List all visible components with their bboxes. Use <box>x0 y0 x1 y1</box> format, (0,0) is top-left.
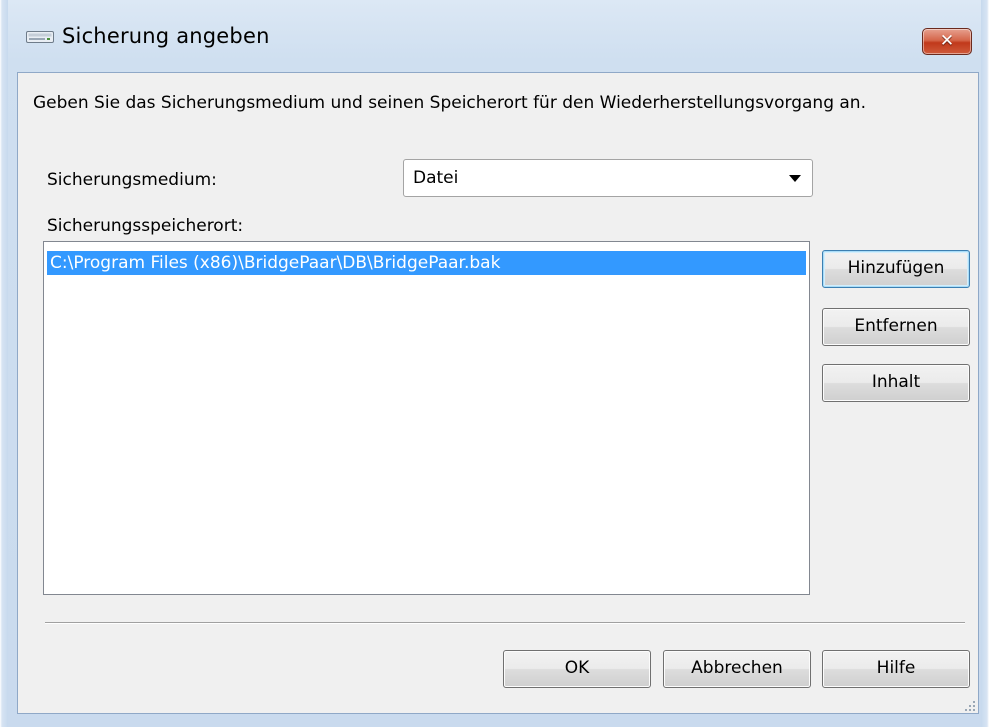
backup-location-list[interactable]: C:\Program Files (x86)\BridgePaar\DB\Bri… <box>43 241 810 595</box>
contents-button[interactable]: Inhalt <box>822 364 970 402</box>
backup-device-icon <box>26 31 54 43</box>
add-button[interactable]: Hinzufügen <box>822 250 970 288</box>
title-bar[interactable]: Sicherung angeben ✕ <box>8 8 981 66</box>
dialog-window: Sicherung angeben ✕ Geben Sie das Sicher… <box>0 0 989 727</box>
list-item[interactable]: C:\Program Files (x86)\BridgePaar\DB\Bri… <box>47 251 806 275</box>
cancel-button[interactable]: Abbrechen <box>663 650 811 688</box>
backup-location-label: Sicherungsspeicherort: <box>47 216 244 236</box>
window-border-right <box>981 0 989 727</box>
dialog-description: Geben Sie das Sicherungsmedium und seine… <box>33 93 866 113</box>
close-button[interactable]: ✕ <box>922 28 972 55</box>
window-title: Sicherung angeben <box>62 24 270 48</box>
backup-media-label: Sicherungsmedium: <box>47 170 217 190</box>
backup-media-select[interactable]: Datei <box>403 159 813 197</box>
resize-grip-icon[interactable] <box>965 701 975 711</box>
window-border-left <box>0 0 8 727</box>
backup-media-value: Datei <box>413 168 459 188</box>
footer-separator <box>45 622 965 624</box>
ok-button[interactable]: OK <box>503 650 651 688</box>
close-icon: ✕ <box>939 31 955 51</box>
help-button[interactable]: Hilfe <box>822 650 970 688</box>
chevron-down-icon[interactable] <box>789 175 801 182</box>
remove-button[interactable]: Entfernen <box>822 308 970 346</box>
